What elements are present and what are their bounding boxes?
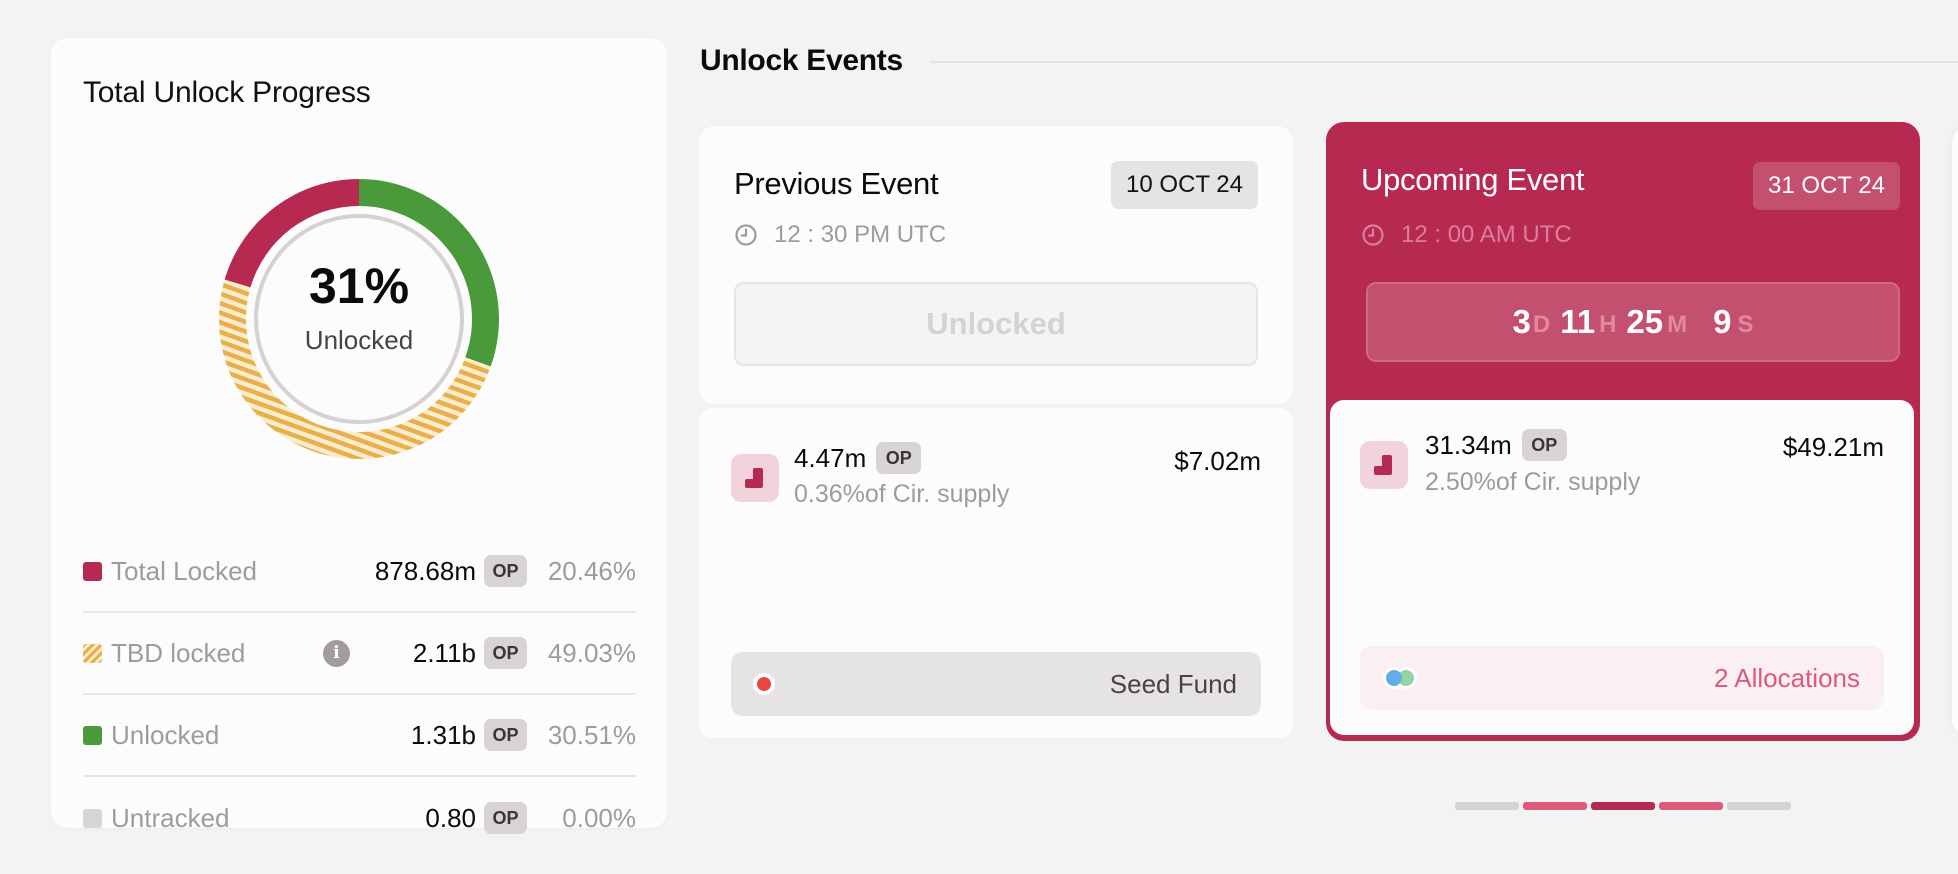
unlock-token-icon [1360, 441, 1408, 489]
pagination-dot[interactable] [1523, 802, 1587, 810]
total-unlock-progress-card: Total Unlock Progress 31% Unlocked Total… [51, 38, 667, 834]
unlocked-status-box: Unlocked [734, 282, 1258, 366]
donut-center: 31% Unlocked [214, 261, 504, 356]
legend-percent: 30.51% [547, 719, 636, 750]
event-title: Upcoming Event [1361, 162, 1585, 197]
allocation-row-seed-fund[interactable]: Seed Fund [731, 652, 1261, 716]
countdown-seconds: 9 [1713, 303, 1732, 340]
event-time: 12 : 30 PM UTC [734, 221, 946, 249]
section-divider [930, 61, 1958, 63]
allocations-button[interactable]: 2 Allocations [1360, 646, 1884, 710]
legend-row-tbd-locked[interactable]: TBD locked i 2.11b OP 49.03% [83, 613, 636, 695]
unlock-amount: 4.47m OP [794, 442, 922, 474]
legend-value: 878.68m [374, 555, 476, 586]
previous-event-detail-card[interactable]: 4.47m OP 0.36%of Cir. supply $7.02m Seed… [699, 408, 1293, 738]
allocation-label: Seed Fund [1109, 669, 1237, 699]
progress-legend: Total Locked 878.68m OP 20.46% TBD locke… [83, 531, 636, 859]
countdown-days-unit: D [1532, 311, 1551, 338]
amount-value: 31.34m [1425, 429, 1512, 460]
op-token-chip: OP [1521, 429, 1567, 461]
legend-value: 1.31b [410, 719, 476, 750]
countdown-minutes-unit: M [1667, 311, 1688, 338]
upcoming-event-card[interactable]: Upcoming Event 31 OCT 24 12 : 00 AM UTC … [1326, 122, 1920, 741]
legend-percent: 0.00% [562, 802, 636, 833]
next-event-card-partial[interactable] [1952, 126, 1958, 736]
clock-icon [1362, 224, 1384, 246]
usd-value: $49.21m [1782, 432, 1884, 462]
event-time-text: 12 : 30 PM UTC [774, 221, 947, 248]
op-token-chip: OP [484, 719, 527, 751]
event-time-text: 12 : 00 AM UTC [1401, 221, 1572, 248]
unlocked-percent: 31% [308, 258, 410, 314]
countdown-hours-unit: H [1599, 311, 1617, 338]
legend-row-total-locked[interactable]: Total Locked 878.68m OP 20.46% [83, 531, 636, 613]
event-date-badge: 31 OCT 24 [1753, 162, 1900, 210]
op-token-chip: OP [484, 802, 527, 834]
circ-supply-percent: 2.50%of Cir. supply [1425, 468, 1641, 496]
countdown-hours: 11 [1560, 303, 1596, 340]
circ-supply-percent: 0.36%of Cir. supply [794, 480, 1010, 508]
pagination-dot-active[interactable] [1591, 802, 1655, 810]
legend-label: Unlocked [111, 719, 220, 750]
legend-label: Untracked [111, 802, 230, 833]
countdown-days: 3 [1512, 303, 1531, 340]
unlock-token-icon [731, 454, 779, 502]
legend-value: 2.11b [412, 637, 476, 668]
upcoming-event-detail-card[interactable]: 31.34m OP 2.50%of Cir. supply $49.21m 2 … [1330, 400, 1914, 735]
legend-value: 0.80 [425, 802, 476, 833]
amount-value: 4.47m [794, 442, 867, 473]
countdown-timer: 3 D 11 H 25 M 9 S [1366, 282, 1900, 362]
countdown-seconds-unit: S [1737, 311, 1754, 338]
event-title: Previous Event [734, 166, 939, 201]
op-token-chip: OP [484, 555, 527, 587]
legend-percent: 20.46% [547, 555, 636, 586]
event-time: 12 : 00 AM UTC [1361, 221, 1572, 249]
unlocked-label: Unlocked [304, 325, 414, 355]
legend-label: TBD locked [111, 637, 246, 668]
event-carousel-pagination [1455, 802, 1791, 810]
clock-icon [735, 224, 757, 246]
legend-row-untracked[interactable]: Untracked 0.80 OP 0.00% [83, 777, 636, 859]
allocation-color-dot-blue [1386, 670, 1402, 686]
legend-percent: 49.03% [547, 637, 636, 668]
pagination-dot[interactable] [1455, 802, 1519, 810]
countdown-minutes: 25 [1626, 303, 1664, 340]
info-icon[interactable]: i [323, 639, 350, 667]
pagination-dot[interactable] [1727, 802, 1791, 810]
progress-title: Total Unlock Progress [83, 76, 371, 109]
previous-event-header-card[interactable]: Previous Event 10 OCT 24 12 : 30 PM UTC … [699, 126, 1293, 404]
allocation-label: 2 Allocations [1714, 663, 1860, 693]
pagination-dot[interactable] [1659, 802, 1723, 810]
usd-value: $7.02m [1174, 446, 1261, 476]
tbd-locked-swatch [83, 643, 102, 663]
legend-row-unlocked[interactable]: Unlocked 1.31b OP 30.51% [83, 695, 636, 777]
op-token-chip: OP [484, 637, 527, 669]
event-date-badge: 10 OCT 24 [1111, 161, 1258, 209]
unlock-events-title: Unlock Events [700, 44, 903, 77]
unlocked-swatch [83, 725, 102, 745]
total-locked-swatch [83, 561, 102, 581]
unlock-amount: 31.34m OP [1425, 429, 1567, 461]
legend-label: Total Locked [111, 555, 257, 586]
allocation-color-dot [757, 677, 771, 691]
untracked-swatch [83, 808, 102, 828]
op-token-chip: OP [876, 442, 922, 474]
